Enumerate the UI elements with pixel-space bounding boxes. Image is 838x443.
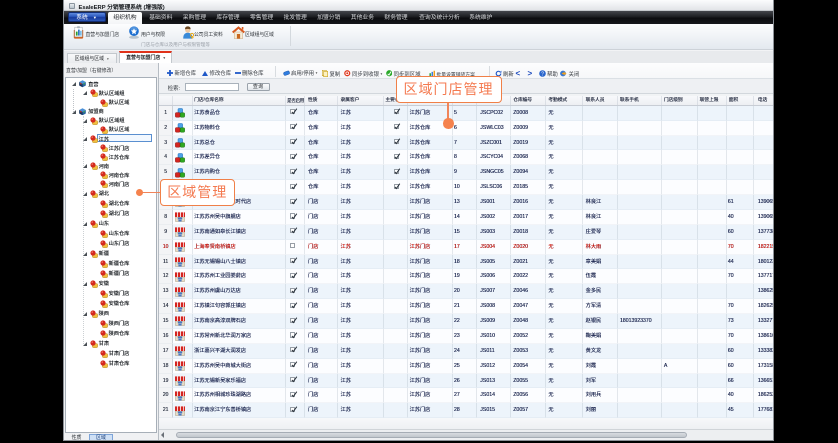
svg-text:?: ?	[541, 72, 544, 78]
